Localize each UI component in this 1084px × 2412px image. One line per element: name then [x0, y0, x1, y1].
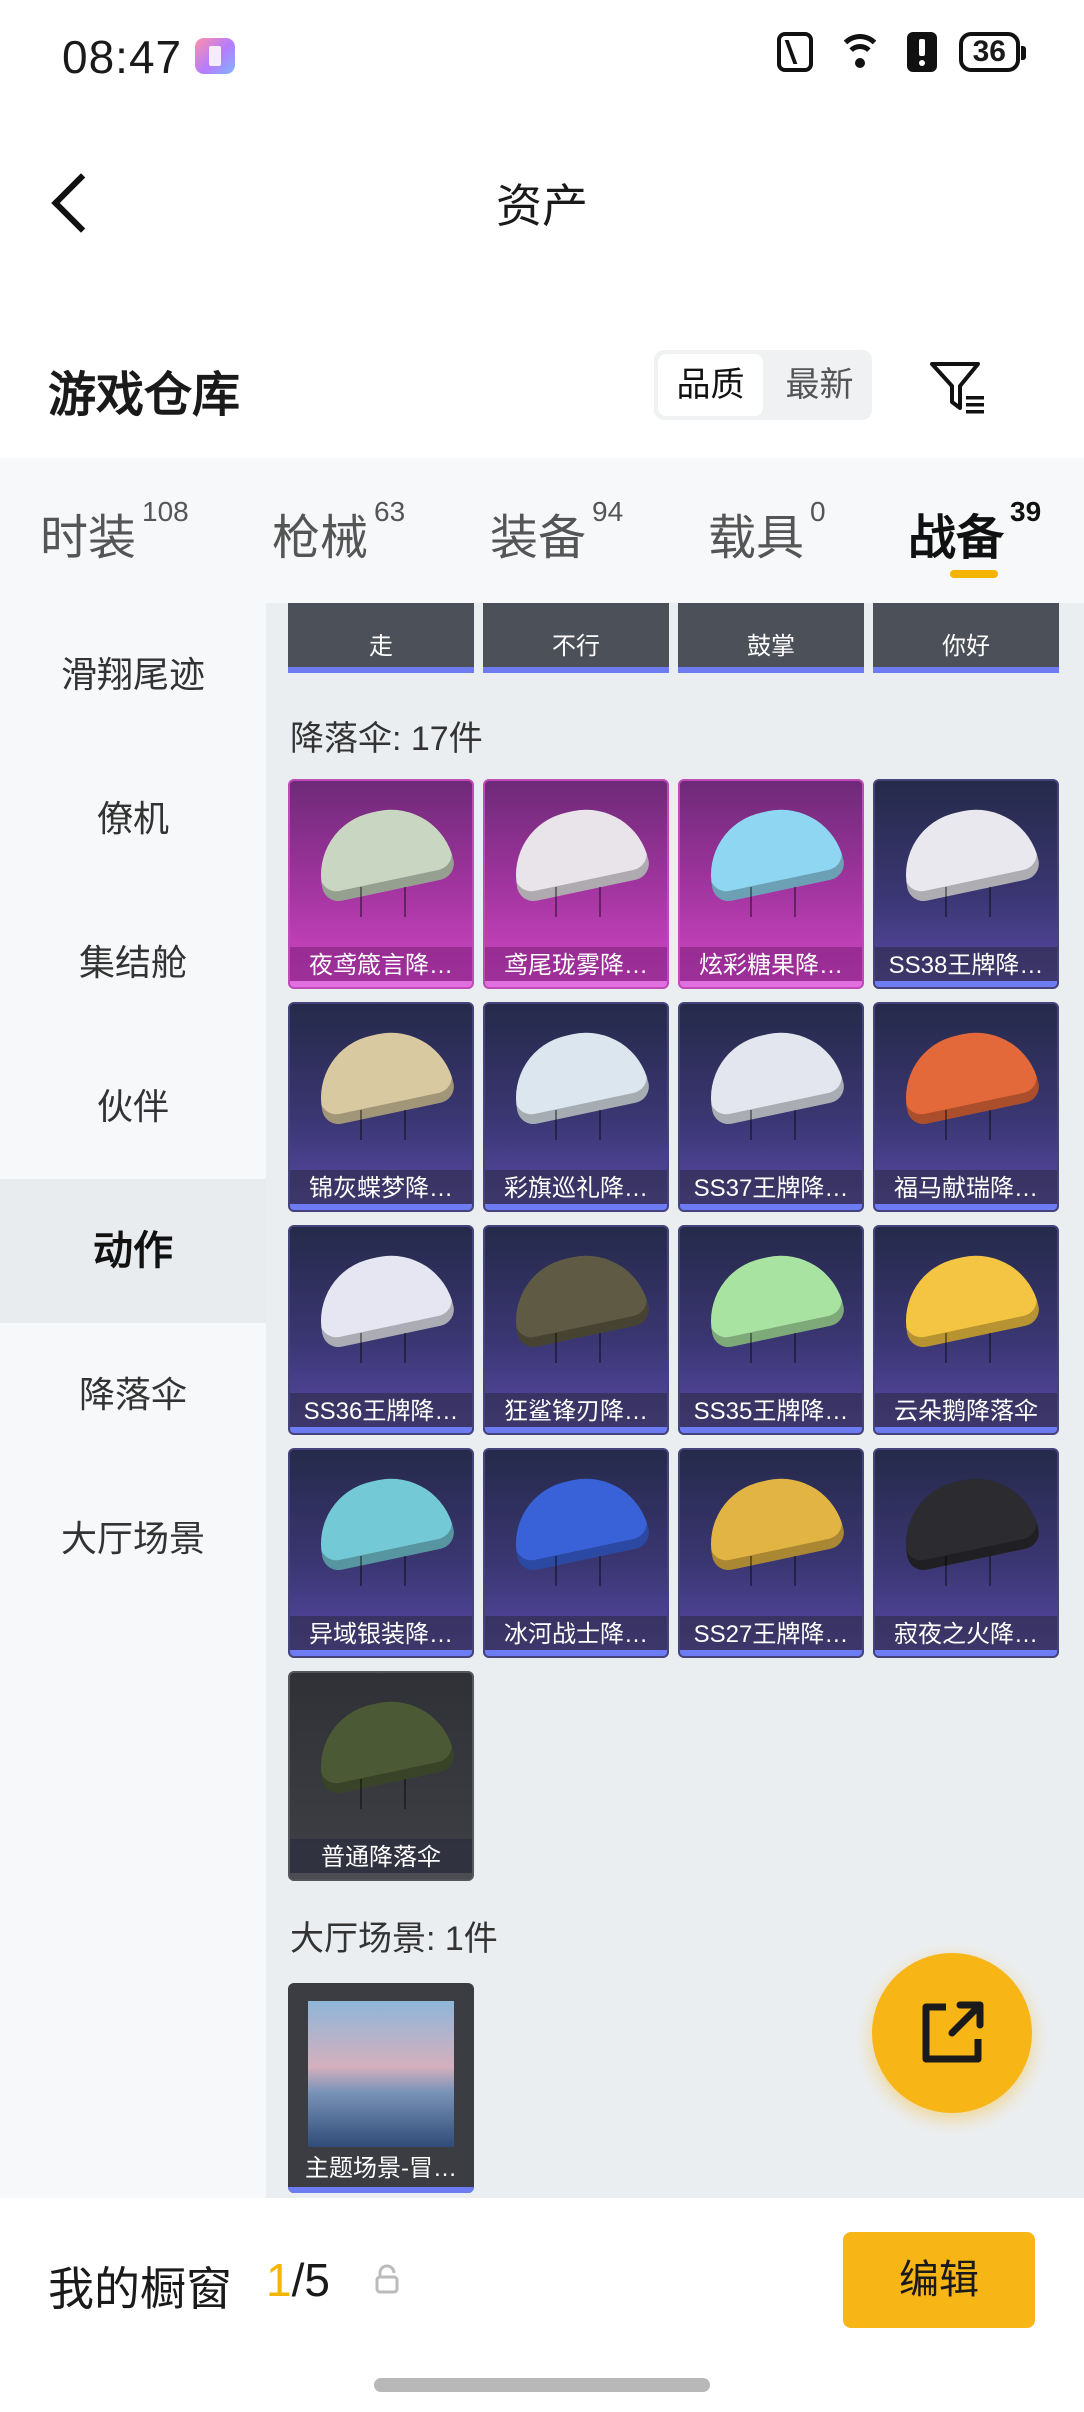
filter-icon[interactable]	[928, 358, 988, 418]
parachute-lines	[945, 1110, 991, 1140]
parachute-card[interactable]: 普通降落伞	[288, 1671, 474, 1881]
parachute-card[interactable]: 云朵鹅降落伞	[873, 1225, 1059, 1435]
emote-card[interactable]: 你好	[873, 603, 1059, 673]
page-title: 资产	[496, 180, 588, 232]
emote-card[interactable]: 走	[288, 603, 474, 673]
parachute-card[interactable]: 冰河战士降…	[483, 1448, 669, 1658]
tab-equipment[interactable]: 装备94	[490, 496, 623, 568]
parachute-card[interactable]: SS27王牌降…	[678, 1448, 864, 1658]
sort-option-newest[interactable]: 最新	[767, 350, 872, 420]
tab-vehicles[interactable]: 载具0	[708, 496, 826, 568]
parachute-lines	[555, 1333, 601, 1363]
battery-icon: 36	[958, 32, 1027, 72]
parachute-lines	[360, 1779, 406, 1809]
lobby-scene-card[interactable]: 主题场景-冒…	[288, 1983, 474, 2193]
parachute-card[interactable]: 福马献瑞降…	[873, 1002, 1059, 1212]
warehouse-header: 游戏仓库 品质 最新	[0, 330, 1084, 455]
parachute-card[interactable]: 锦灰蝶梦降…	[288, 1002, 474, 1212]
lobby-scene-name: 主题场景-冒…	[305, 2155, 457, 2182]
parachute-card[interactable]: 狂鲨锋刃降…	[483, 1225, 669, 1435]
parachute-lines	[555, 1556, 601, 1586]
parachute-card[interactable]: SS36王牌降…	[288, 1225, 474, 1435]
parachute-lines	[750, 1333, 796, 1363]
parachute-lines	[945, 1333, 991, 1363]
warehouse-title: 游戏仓库	[48, 369, 241, 422]
emote-name: 你好	[942, 633, 990, 660]
sidebar: 滑翔尾迹 僚机 集结舱 伙伴 动作 降落伞 大厅场景	[0, 603, 266, 2198]
showcase-bar: 我的橱窗 1/5 编辑	[0, 2198, 1084, 2412]
parachute-card[interactable]: SS37王牌降…	[678, 1002, 864, 1212]
sort-option-quality[interactable]: 品质	[658, 354, 763, 416]
parachute-lines	[360, 1110, 406, 1140]
sidebar-item-parachute[interactable]: 降落伞	[0, 1323, 266, 1467]
sort-toggle: 品质 最新	[654, 350, 872, 420]
parachute-lines	[750, 1556, 796, 1586]
sidebar-item-lobby-scene[interactable]: 大厅场景	[0, 1467, 266, 1611]
parachute-lines	[750, 1110, 796, 1140]
edit-button[interactable]: 编辑	[843, 2232, 1035, 2328]
lobby-scene-thumbnail	[308, 2001, 454, 2147]
tab-weapons[interactable]: 枪械63	[272, 496, 405, 568]
showcase-count: 1/5	[266, 2254, 330, 2306]
parachute-lines	[750, 887, 796, 917]
parachute-card[interactable]: 夜鸢箴言降…	[288, 779, 474, 989]
emote-card[interactable]: 不行	[483, 603, 669, 673]
emote-name: 不行	[552, 633, 600, 660]
parachute-card[interactable]: 鸢尾珑雾降…	[483, 779, 669, 989]
header: 资产	[0, 110, 1084, 280]
parachute-lines	[945, 1556, 991, 1586]
emote-name: 走	[369, 633, 393, 660]
tab-fashion[interactable]: 时装108	[40, 496, 189, 568]
lobby-scene-section-title: 大厅场景: 1件	[290, 1920, 498, 1958]
status-time: 08:47	[62, 31, 183, 83]
parachute-lines	[360, 1556, 406, 1586]
home-indicator[interactable]	[374, 2378, 710, 2392]
sidebar-item-rally-pod[interactable]: 集结舱	[0, 891, 266, 1035]
wifi-icon	[835, 32, 885, 72]
parachute-lines	[360, 887, 406, 917]
alert-icon	[906, 32, 937, 72]
parachute-card[interactable]: SS38王牌降…	[873, 779, 1059, 989]
app-notification-icon	[195, 38, 235, 74]
parachute-card[interactable]: SS35王牌降…	[678, 1225, 864, 1435]
parachute-lines	[555, 887, 601, 917]
showcase-label: 我的橱窗	[48, 2263, 232, 2315]
parachute-card[interactable]: 炫彩糖果降…	[678, 779, 864, 989]
lock-icon[interactable]	[374, 2264, 400, 2294]
status-icons: 36	[776, 32, 1027, 72]
parachute-card[interactable]: 异域银装降…	[288, 1448, 474, 1658]
emote-card[interactable]: 鼓掌	[678, 603, 864, 673]
category-tabs: 时装108 枪械63 装备94 载具0 战备39	[0, 458, 1084, 603]
emote-name: 鼓掌	[747, 633, 795, 660]
share-icon	[922, 2001, 984, 2063]
sidebar-item-wingman[interactable]: 僚机	[0, 747, 266, 891]
sidebar-item-companion[interactable]: 伙伴	[0, 1035, 266, 1179]
parachute-lines	[555, 1110, 601, 1140]
parachute-lines	[945, 887, 991, 917]
nfc-icon	[776, 32, 813, 72]
status-bar: 08:47 36	[0, 0, 1084, 110]
parachute-lines	[360, 1333, 406, 1363]
share-button[interactable]	[872, 1953, 1032, 2113]
parachute-card[interactable]: 彩旗巡礼降…	[483, 1002, 669, 1212]
sidebar-item-emotes[interactable]: 动作	[0, 1179, 266, 1323]
parachute-section-title: 降落伞: 17件	[290, 720, 483, 758]
tab-battle-gear[interactable]: 战备39	[908, 496, 1041, 568]
active-tab-indicator	[950, 570, 998, 578]
parachute-card[interactable]: 寂夜之火降…	[873, 1448, 1059, 1658]
sidebar-item-glide-trail[interactable]: 滑翔尾迹	[0, 603, 266, 747]
